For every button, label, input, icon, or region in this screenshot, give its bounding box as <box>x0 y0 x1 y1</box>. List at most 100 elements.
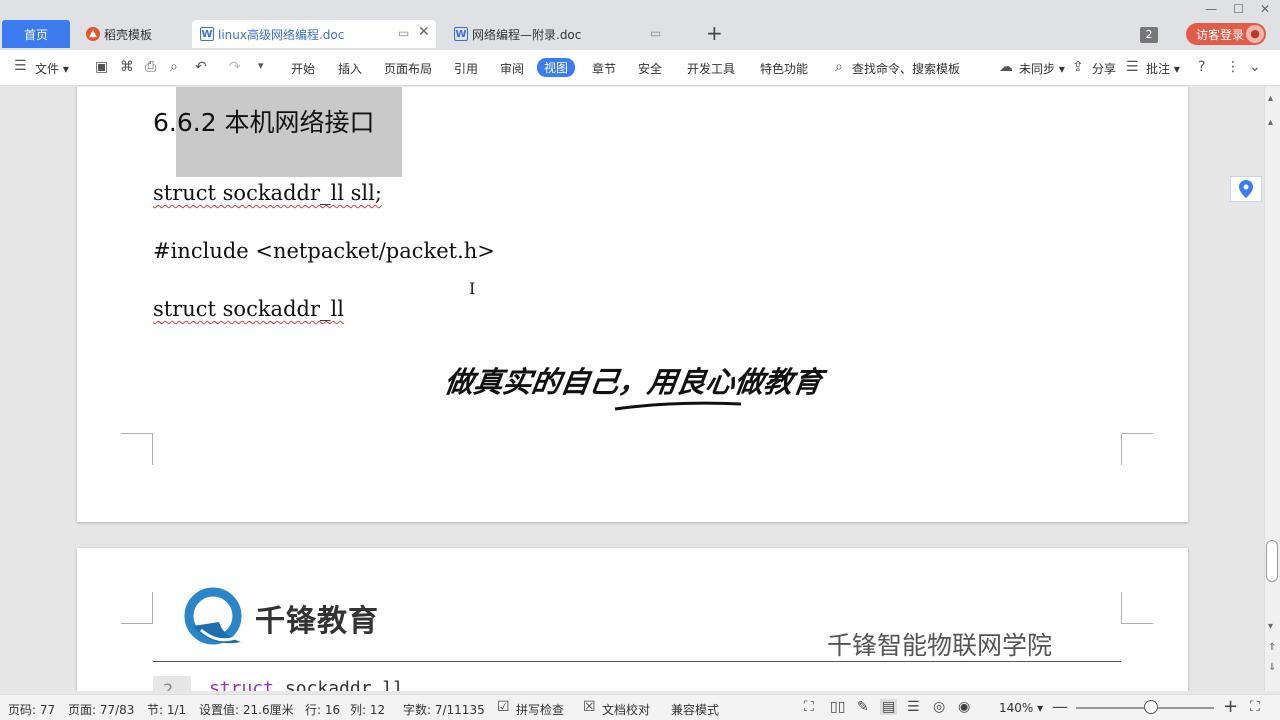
menu-features[interactable]: 特色功能 <box>760 60 808 77</box>
document-canvas[interactable]: 6.6.2 本机网络接口 struct sockaddr_ll sll; #in… <box>0 87 1264 691</box>
spell-check-button[interactable]: 拼写检查 <box>516 701 564 718</box>
tab-template[interactable]: ▲ 稻壳模板 <box>76 20 188 48</box>
menu-layout[interactable]: 页面布局 <box>384 60 432 77</box>
document-page[interactable]: 千锋教育 千锋智能物联网学院 2 struct sockaddr_ll <box>77 548 1188 691</box>
text-cursor-icon: I <box>469 279 476 298</box>
sync-status[interactable]: 未同步 ▾ <box>1019 60 1065 77</box>
menu-toolbar: ☰ 文件 ▾ ▣ ⌘ ⎙ ⌕ ↶ ↷ ▾ 开始 插入 页面布局 引用 审阅 视图… <box>0 50 1280 86</box>
scroll-up-icon[interactable]: ▴ <box>1268 117 1273 128</box>
scrollbar-thumb[interactable] <box>1266 540 1278 582</box>
document-page[interactable]: 6.6.2 本机网络接口 struct sockaddr_ll sll; #in… <box>77 87 1188 522</box>
float-window-icon[interactable]: ▭ <box>398 26 409 40</box>
proofread-button[interactable]: 文档校对 <box>602 701 650 718</box>
zoom-slider-handle[interactable] <box>1144 700 1158 714</box>
word-doc-icon: W <box>454 27 468 41</box>
print-icon[interactable]: ⎙ <box>145 59 156 75</box>
locate-pin-button[interactable] <box>1230 176 1262 202</box>
format-painter-icon[interactable]: ⌘ <box>120 59 134 75</box>
zoom-in-icon[interactable]: + <box>1223 696 1238 717</box>
slogan-underline-stroke <box>614 401 742 411</box>
help-icon[interactable]: ? <box>1198 59 1205 75</box>
quick-access-dropdown-icon[interactable]: ▾ <box>258 59 264 72</box>
section-heading[interactable]: 6.6.2 本机网络接口 <box>153 103 375 139</box>
menu-view[interactable]: 视图 <box>537 58 576 77</box>
status-page-code[interactable]: 页码: 77 <box>8 701 55 718</box>
web-view-icon[interactable]: ◎ <box>933 699 945 715</box>
margin-marker <box>121 592 153 624</box>
status-setting[interactable]: 设置值: 21.6厘米 <box>199 701 294 718</box>
code-line[interactable]: struct sockaddr_ll <box>153 297 344 321</box>
status-section[interactable]: 节: 1/1 <box>147 701 186 718</box>
slogan-calligraphy: 做真实的自己，用良心做教育 <box>442 365 825 399</box>
page-down-icon[interactable]: ⇓ <box>1268 662 1276 673</box>
outline-view-icon[interactable]: ☰ <box>907 699 920 715</box>
guest-login-label: 访客登录 <box>1196 27 1245 42</box>
redo-icon[interactable]: ↷ <box>229 59 241 75</box>
reading-mode-icon[interactable]: ▯▯ <box>830 699 845 715</box>
share-button[interactable]: 分享 <box>1092 60 1116 77</box>
header-rule <box>153 661 1121 662</box>
collapse-ribbon-icon[interactable]: ⌄ <box>1249 59 1261 75</box>
page-up-icon[interactable]: ⇑ <box>1268 642 1276 653</box>
zoom-level[interactable]: 140% ▾ <box>999 701 1043 715</box>
minimize-icon[interactable]: — <box>1205 2 1217 16</box>
maximize-icon[interactable]: ☐ <box>1233 2 1244 16</box>
sync-label: 未同步 <box>1019 62 1056 76</box>
file-menu[interactable]: 文件 ▾ <box>35 60 69 77</box>
comment-menu[interactable]: 批注 ▾ <box>1146 60 1180 77</box>
tab-document-active[interactable]: W linux高级网络编程.doc ▭ ✕ <box>192 20 436 48</box>
comment-label: 批注 <box>1146 62 1171 76</box>
code-line-1-text: struct sockaddr_ll sll; <box>153 181 382 205</box>
margin-marker <box>1121 433 1153 465</box>
window-controls: — ☐ ✕ <box>1205 2 1270 16</box>
tab-doc1-label: linux高级网络编程.doc <box>218 27 345 42</box>
comment-icon: ☰ <box>1126 59 1139 75</box>
status-column[interactable]: 列: 12 <box>350 701 385 718</box>
tab-doc2-label: 网络编程—附录.doc <box>472 27 582 42</box>
scroll-up-icon[interactable]: ▴ <box>1268 93 1273 104</box>
window-count-badge[interactable]: 2 <box>1140 27 1158 43</box>
page-view-icon[interactable]: ▤ <box>880 699 898 715</box>
fit-page-icon[interactable]: ⛶ <box>1250 699 1260 715</box>
close-window-icon[interactable]: ✕ <box>1260 2 1270 16</box>
guest-login-button[interactable]: 访客登录 ● <box>1186 23 1266 45</box>
cloud-sync-icon: ☁ <box>999 59 1013 75</box>
menu-chapter[interactable]: 章节 <box>592 60 616 77</box>
status-words[interactable]: 字数: 7/11135 <box>403 701 485 718</box>
close-tab-icon[interactable]: ✕ <box>418 24 430 40</box>
print-preview-icon[interactable]: ⌕ <box>170 59 178 75</box>
fullscreen-icon[interactable]: ⛶ <box>804 699 814 715</box>
daoke-logo-icon: ▲ <box>86 27 100 41</box>
code-line-2-text: #include <netpacket/packet.h> <box>153 239 495 263</box>
status-row[interactable]: 行: 16 <box>305 701 340 718</box>
code-line-number: 2 <box>153 676 191 691</box>
menu-developer[interactable]: 开发工具 <box>687 60 735 77</box>
scroll-down-icon[interactable]: ▾ <box>1268 621 1273 632</box>
code-line[interactable]: #include <netpacket/packet.h> <box>153 239 495 263</box>
code-line[interactable]: struct sockaddr_ll sll; <box>153 181 382 205</box>
edit-pen-icon[interactable]: ✎ <box>857 699 869 715</box>
tab-home[interactable]: 首页 <box>2 20 70 48</box>
menu-insert[interactable]: 插入 <box>338 60 362 77</box>
eye-protect-icon[interactable]: ◉ <box>958 699 970 715</box>
command-search[interactable]: 查找命令、搜索模板 <box>852 60 960 77</box>
share-icon: ⇪ <box>1072 59 1084 75</box>
save-icon[interactable]: ▣ <box>95 59 108 75</box>
menu-start[interactable]: 开始 <box>291 60 315 77</box>
zoom-out-icon[interactable]: — <box>1052 697 1068 716</box>
status-page[interactable]: 页面: 77/83 <box>68 701 134 718</box>
menu-security[interactable]: 安全 <box>638 60 662 77</box>
vertical-scrollbar[interactable]: ▴ ▴ ▾ ⇑ ⇓ <box>1264 87 1280 691</box>
hamburger-menu-icon[interactable]: ☰ <box>14 58 27 74</box>
tab-document[interactable]: W 网络编程—附录.doc ▭ <box>446 20 678 48</box>
menu-reference[interactable]: 引用 <box>454 60 478 77</box>
code-block-line[interactable]: struct sockaddr_ll <box>209 678 404 691</box>
compat-mode-label: 兼容模式 <box>671 703 720 717</box>
spell-check-icon: ☑ <box>497 699 510 715</box>
float-window-icon[interactable]: ▭ <box>650 26 661 40</box>
more-options-icon[interactable]: ⋮ <box>1226 59 1240 75</box>
zoom-level-label: 140% <box>999 701 1034 715</box>
new-tab-icon[interactable]: + <box>706 22 723 44</box>
undo-icon[interactable]: ↶ <box>195 59 207 75</box>
menu-review[interactable]: 审阅 <box>500 60 524 77</box>
